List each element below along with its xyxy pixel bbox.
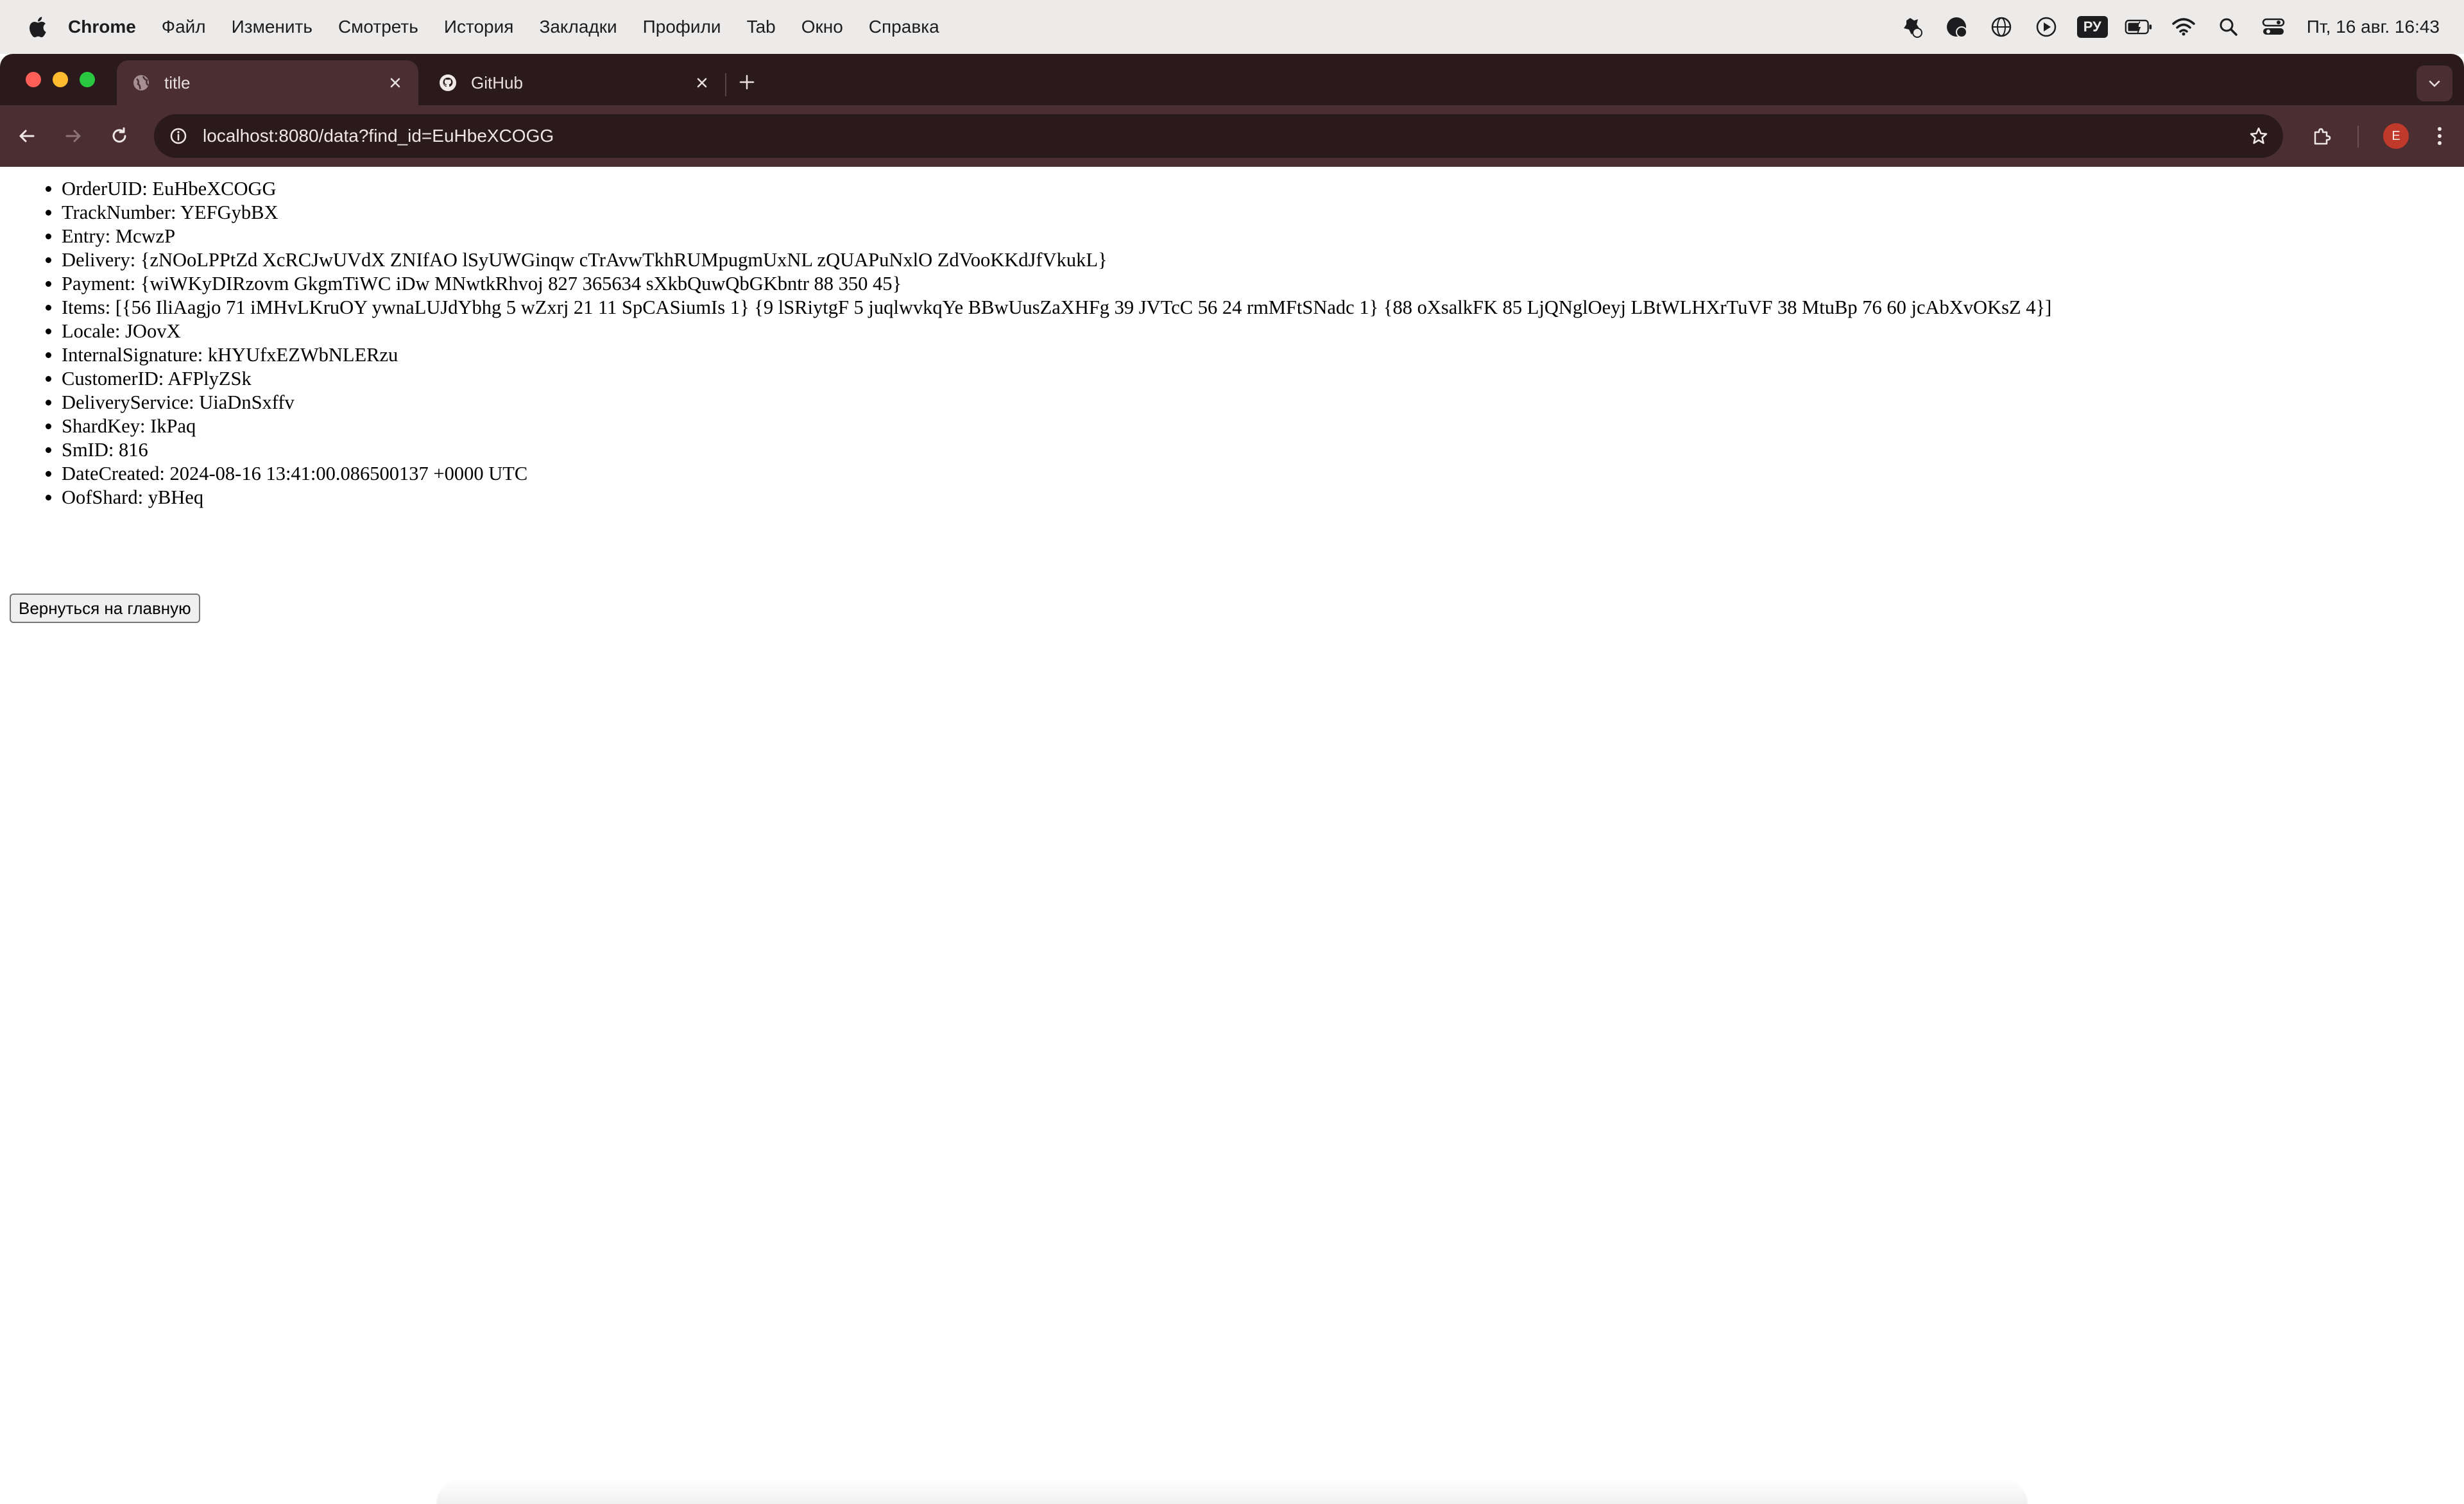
tab-github[interactable]: GitHub bbox=[424, 60, 725, 105]
menu-bar: Chrome Файл Изменить Смотреть История За… bbox=[0, 0, 2464, 54]
tab-title[interactable]: title bbox=[117, 60, 418, 105]
address-bar[interactable]: localhost:8080/data?find_id=EuHbeXCOGG bbox=[154, 114, 2283, 158]
more-menu-icon[interactable] bbox=[2423, 119, 2456, 153]
menu-file[interactable]: Файл bbox=[162, 17, 206, 37]
globe-icon bbox=[131, 73, 151, 93]
forward-arrow-icon[interactable] bbox=[56, 119, 90, 153]
close-icon[interactable] bbox=[384, 71, 407, 94]
plus-icon bbox=[739, 74, 755, 90]
profile-avatar[interactable]: E bbox=[2383, 123, 2409, 149]
order-fields-list: OrderUID: EuHbeXCOGG TrackNumber: YEFGyb… bbox=[36, 177, 2051, 509]
spotlight-search-icon[interactable] bbox=[2214, 13, 2243, 41]
menu-view[interactable]: Смотреть bbox=[338, 17, 418, 37]
window-maximize-button[interactable] bbox=[80, 72, 95, 87]
menu-edit[interactable]: Изменить bbox=[232, 17, 312, 37]
list-item: Items: [{56 IliAagjo 71 iMHvLKruOY ywnaL… bbox=[62, 296, 2051, 320]
list-item: Delivery: {zNOoLPPtZd XcRCJwUVdX ZNIfAO … bbox=[62, 248, 2051, 272]
browser-window: title GitHub localhost:8080/data?find_id… bbox=[0, 54, 2464, 1504]
apple-icon[interactable] bbox=[24, 14, 50, 40]
tab-search-button[interactable] bbox=[2417, 65, 2452, 101]
extensions-puzzle-icon[interactable] bbox=[2305, 119, 2338, 153]
language-indicator[interactable]: РУ bbox=[2076, 16, 2108, 38]
menu-history[interactable]: История bbox=[444, 17, 514, 37]
battery-icon[interactable] bbox=[2125, 13, 2153, 41]
back-to-home-button[interactable]: Вернуться на главную bbox=[10, 594, 200, 623]
back-arrow-icon[interactable] bbox=[10, 119, 44, 153]
menu-help[interactable]: Справка bbox=[869, 17, 939, 37]
list-item: CustomerID: AFPlyZSk bbox=[62, 367, 2051, 391]
list-item: OrderUID: EuHbeXCOGG bbox=[62, 177, 2051, 201]
menu-tab[interactable]: Tab bbox=[747, 17, 776, 37]
toolbar-divider bbox=[2357, 126, 2359, 148]
menu-profiles[interactable]: Профили bbox=[643, 17, 721, 37]
list-item: InternalSignature: kHYUfxEZWbNLERzu bbox=[62, 343, 2051, 367]
list-item: SmID: 816 bbox=[62, 438, 2051, 462]
play-icon[interactable] bbox=[2032, 13, 2060, 41]
clock[interactable]: Пт, 16 авг. 16:43 bbox=[2307, 17, 2440, 37]
new-tab-button[interactable] bbox=[734, 69, 760, 95]
list-item: DateCreated: 2024-08-16 13:41:00.0865001… bbox=[62, 462, 2051, 486]
github-icon bbox=[438, 73, 458, 93]
url-text[interactable]: localhost:8080/data?find_id=EuHbeXCOGG bbox=[203, 126, 2246, 146]
tab-separator bbox=[725, 73, 726, 96]
list-item: OofShard: yBHeq bbox=[62, 486, 2051, 509]
menu-app-name[interactable]: Chrome bbox=[68, 17, 136, 37]
list-item: Payment: {wiWKyDIRzovm GkgmTiWC iDw MNwt… bbox=[62, 272, 2051, 296]
list-item: TrackNumber: YEFGybBX bbox=[62, 201, 2051, 225]
chevron-down-icon bbox=[2429, 80, 2440, 87]
window-close-button[interactable] bbox=[26, 72, 41, 87]
app-status-icon[interactable] bbox=[1897, 13, 1926, 41]
window-minimize-button[interactable] bbox=[53, 72, 68, 87]
reload-icon[interactable] bbox=[103, 119, 136, 153]
bookmark-star-icon[interactable] bbox=[2246, 123, 2272, 149]
tab-strip: title GitHub bbox=[0, 54, 2464, 105]
page-content: OrderUID: EuHbeXCOGG TrackNumber: YEFGyb… bbox=[0, 167, 2464, 1504]
menu-window[interactable]: Окно bbox=[801, 17, 843, 37]
close-icon[interactable] bbox=[690, 71, 714, 94]
window-controls bbox=[26, 72, 107, 87]
tab-label: GitHub bbox=[471, 73, 523, 92]
menu-bookmarks[interactable]: Закладки bbox=[539, 17, 617, 37]
dock-shadow bbox=[436, 1478, 2028, 1504]
status-area: РУ Пт, 16 авг. 16:43 bbox=[1881, 0, 2440, 54]
list-item: DeliveryService: UiaDnSxffv bbox=[62, 391, 2051, 414]
list-item: ShardKey: IkPaq bbox=[62, 414, 2051, 438]
tab-label: title bbox=[164, 73, 191, 92]
site-info-icon[interactable] bbox=[168, 126, 189, 146]
list-item: Locale: JOovX bbox=[62, 320, 2051, 343]
list-item: Entry: McwzP bbox=[62, 225, 2051, 248]
browser-toolbar: localhost:8080/data?find_id=EuHbeXCOGG E bbox=[0, 105, 2464, 167]
control-center-icon[interactable] bbox=[2259, 13, 2288, 41]
notification-icon[interactable] bbox=[1942, 13, 1971, 41]
wifi-icon[interactable] bbox=[2169, 13, 2198, 41]
vpn-globe-icon[interactable] bbox=[1987, 13, 2015, 41]
